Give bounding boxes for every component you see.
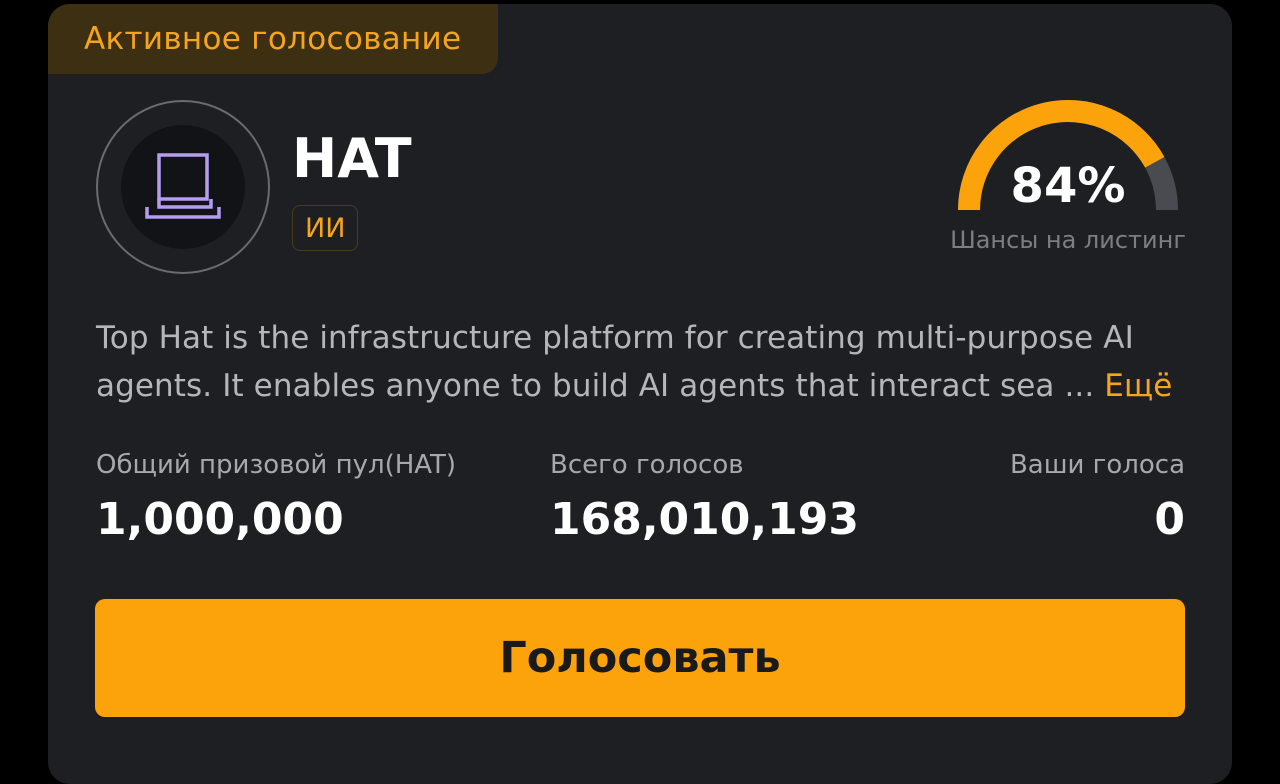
- token-description: Top Hat is the infrastructure platform f…: [96, 314, 1196, 410]
- vote-button[interactable]: Голосовать: [95, 599, 1185, 717]
- voting-card: Активное голосование HAT ИИ 84% Шансы на…: [48, 4, 1232, 784]
- description-line-1: Top Hat is the infrastructure platform f…: [96, 320, 1134, 356]
- status-tag: Активное голосование: [48, 4, 499, 74]
- total-votes-value: 168,010,193: [550, 494, 859, 545]
- your-votes-label: Ваши голоса: [1009, 450, 1185, 480]
- your-votes-value: 0: [1154, 494, 1185, 545]
- token-logo: [96, 100, 270, 274]
- token-name: HAT: [292, 127, 412, 190]
- prize-pool-label: Общий призовой пул(HAT): [96, 450, 457, 480]
- top-hat-laptop-icon: [145, 153, 221, 219]
- description-line-2: agents. It enables anyone to build AI ag…: [96, 368, 1105, 404]
- more-link[interactable]: Ещё: [1104, 368, 1172, 404]
- listing-chance-value: 84%: [1010, 158, 1126, 214]
- total-votes-label: Всего голосов: [550, 450, 744, 480]
- category-badge[interactable]: ИИ: [292, 205, 359, 251]
- prize-pool-value: 1,000,000: [96, 494, 344, 545]
- listing-chance-label: Шансы на листинг: [950, 226, 1186, 254]
